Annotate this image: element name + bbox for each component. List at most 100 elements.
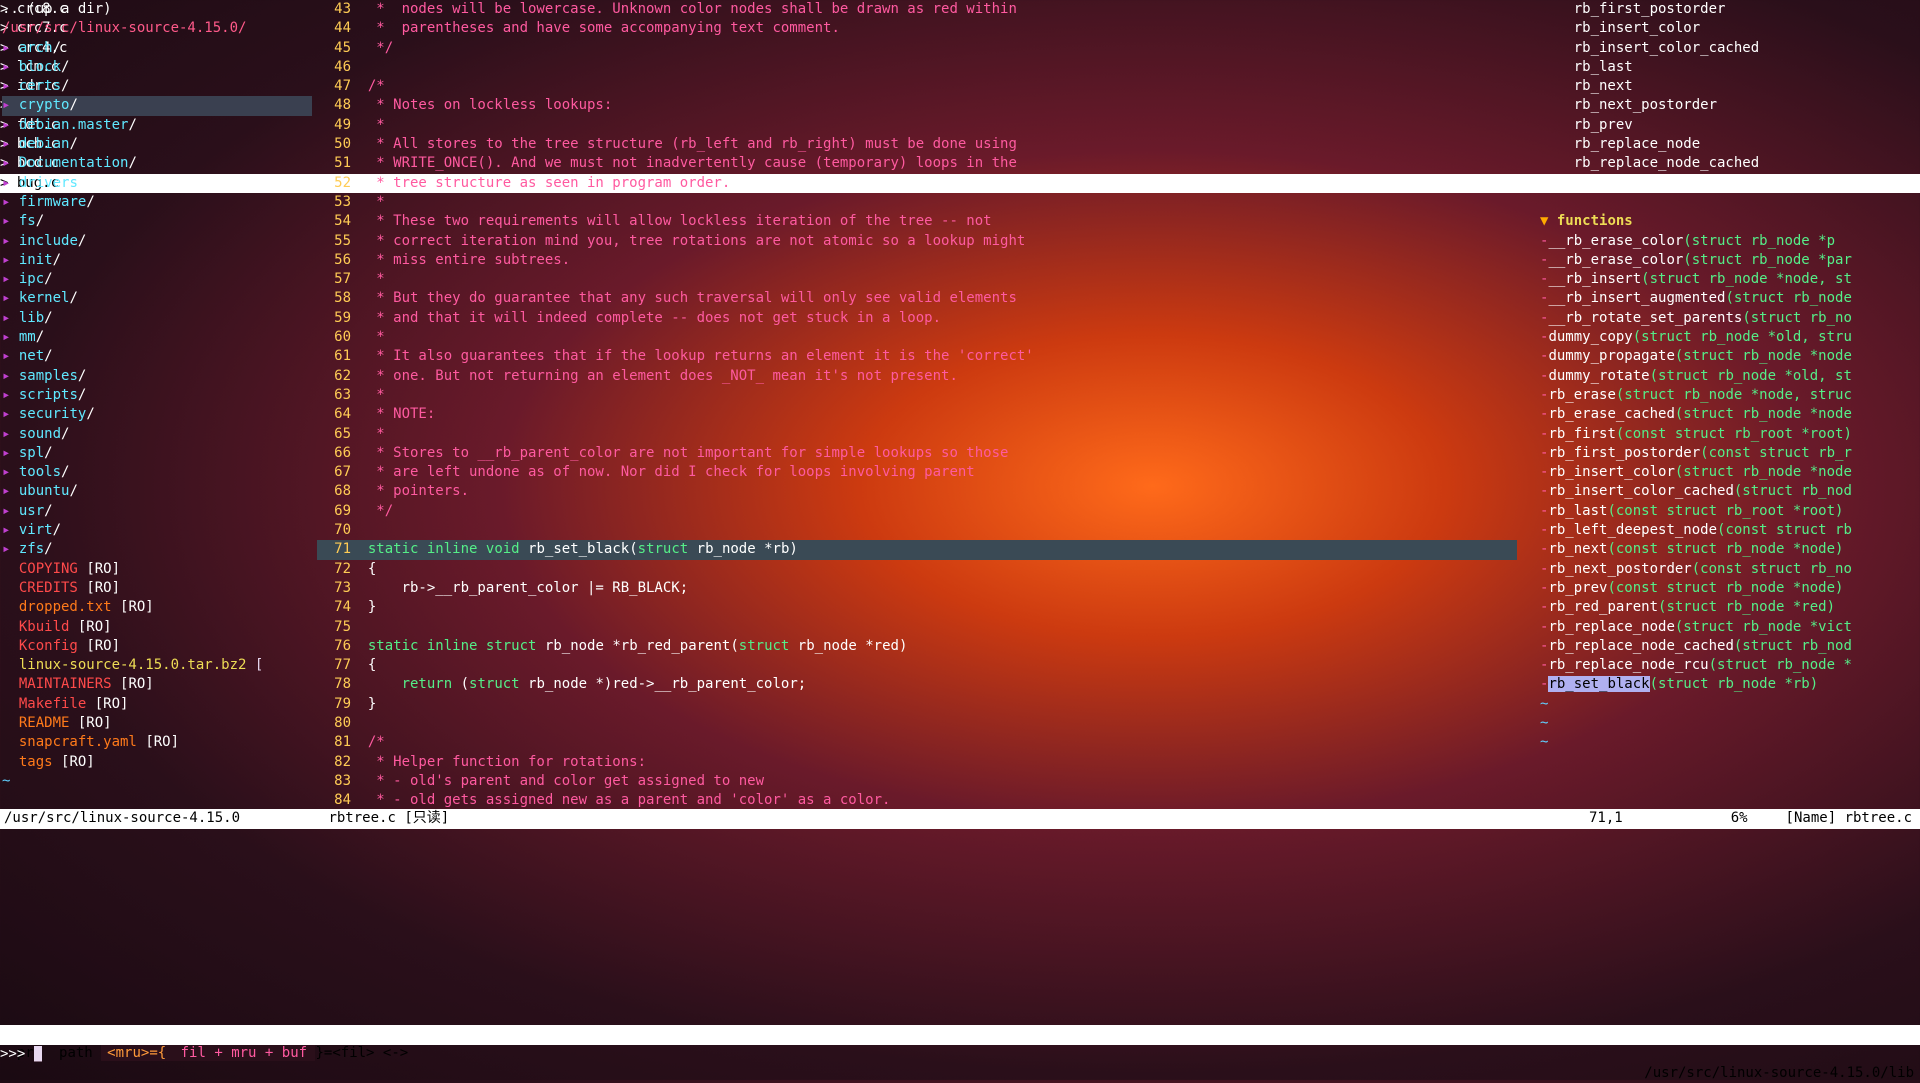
tag-rb_replace_node[interactable]: rb_replace_node <box>1540 135 1920 154</box>
code-line-79[interactable]: 79 } <box>317 695 1517 714</box>
code-line-44[interactable]: 44 * parentheses and have some accompany… <box>317 19 1517 38</box>
tag-fn-rb_next[interactable]: -rb_next(const struct rb_node *node) <box>1540 540 1920 559</box>
tag-fn-rb_prev[interactable]: -rb_prev(const struct rb_node *node) <box>1540 579 1920 598</box>
code-line-76[interactable]: 76 static inline struct rb_node *rb_red_… <box>317 637 1517 656</box>
dir-tools[interactable]: ▸ tools/ <box>2 463 312 482</box>
code-line-80[interactable]: 80 <box>317 714 1517 733</box>
file-tags[interactable]: tags [RO] <box>2 753 312 772</box>
dir-kernel[interactable]: ▸ kernel/ <box>2 289 312 308</box>
code-line-52[interactable]: 52 * tree structure as seen in program o… <box>317 174 1517 193</box>
updir-link[interactable]: .. (up a dir) <box>2 0 312 19</box>
tag-fn-dummy_propagate[interactable]: -dummy_propagate(struct rb_node *node <box>1540 347 1920 366</box>
file-tree-pane[interactable]: .. (up a dir)/usr/src/linux-source-4.15.… <box>0 0 312 807</box>
file-Kconfig[interactable]: Kconfig [RO] <box>2 637 312 656</box>
tag-rb_next_postorder[interactable]: rb_next_postorder <box>1540 96 1920 115</box>
code-line-83[interactable]: 83 * - old's parent and color get assign… <box>317 772 1517 791</box>
dir-arch[interactable]: ▸ arch/ <box>2 39 312 58</box>
code-line-69[interactable]: 69 */ <box>317 502 1517 521</box>
tag-fn-__rb_insert[interactable]: -__rb_insert(struct rb_node *node, st <box>1540 270 1920 289</box>
tag-fn-rb_replace_node[interactable]: -rb_replace_node(struct rb_node *vict <box>1540 618 1920 637</box>
tag-fn-rb_red_parent[interactable]: -rb_red_parent(struct rb_node *red) <box>1540 598 1920 617</box>
code-line-84[interactable]: 84 * - old gets assigned new as a parent… <box>317 791 1517 810</box>
code-editor-pane[interactable]: 43 * nodes will be lowercase. Unknown co… <box>317 0 1517 807</box>
code-line-46[interactable]: 46 <box>317 58 1517 77</box>
tag-group-functions[interactable]: ▼ functions <box>1540 212 1920 231</box>
dir-crypto[interactable]: ▸ crypto/ <box>2 96 312 115</box>
dir-usr[interactable]: ▸ usr/ <box>2 502 312 521</box>
code-line-65[interactable]: 65 * <box>317 425 1517 444</box>
code-line-71[interactable]: 71 static inline void rb_set_black(struc… <box>317 540 1517 559</box>
tag-fn-rb_replace_node_rcu[interactable]: -rb_replace_node_rcu(struct rb_node * <box>1540 656 1920 675</box>
code-line-59[interactable]: 59 * and that it will indeed complete --… <box>317 309 1517 328</box>
dir-fs[interactable]: ▸ fs/ <box>2 212 312 231</box>
file-Kbuild[interactable]: Kbuild [RO] <box>2 618 312 637</box>
tag-fn-rb_next_postorder[interactable]: -rb_next_postorder(const struct rb_no <box>1540 560 1920 579</box>
dir-scripts[interactable]: ▸ scripts/ <box>2 386 312 405</box>
code-line-77[interactable]: 77 { <box>317 656 1517 675</box>
file-dropped.txt[interactable]: dropped.txt [RO] <box>2 598 312 617</box>
tag-rb_replace_node_rcu[interactable]: rb_replace_node_rcu <box>1540 174 1920 193</box>
code-line-49[interactable]: 49 * <box>317 116 1517 135</box>
dir-certs[interactable]: ▸ certs/ <box>2 77 312 96</box>
file-snapcraft.yaml[interactable]: snapcraft.yaml [RO] <box>2 733 312 752</box>
dir-mm[interactable]: ▸ mm/ <box>2 328 312 347</box>
tag-fn-rb_set_black[interactable]: -rb_set_black(struct rb_node *rb) <box>1540 675 1920 694</box>
code-line-70[interactable]: 70 <box>317 521 1517 540</box>
tagbar-pane[interactable]: rb_first_postorder rb_insert_color rb_in… <box>1530 0 1920 807</box>
dir-samples[interactable]: ▸ samples/ <box>2 367 312 386</box>
code-line-43[interactable]: 43 * nodes will be lowercase. Unknown co… <box>317 0 1517 19</box>
dir-spl[interactable]: ▸ spl/ <box>2 444 312 463</box>
code-line-53[interactable]: 53 * <box>317 193 1517 212</box>
file-Makefile[interactable]: Makefile [RO] <box>2 695 312 714</box>
tag-fn-__rb_erase_color[interactable]: -__rb_erase_color(struct rb_node *par <box>1540 251 1920 270</box>
code-line-45[interactable]: 45 */ <box>317 39 1517 58</box>
dir-lib[interactable]: ▸ lib/ <box>2 309 312 328</box>
code-line-48[interactable]: 48 * Notes on lockless lookups: <box>317 96 1517 115</box>
code-line-54[interactable]: 54 * These two requirements will allow l… <box>317 212 1517 231</box>
dir-security[interactable]: ▸ security/ <box>2 405 312 424</box>
dir-virt[interactable]: ▸ virt/ <box>2 521 312 540</box>
code-line-74[interactable]: 74 } <box>317 598 1517 617</box>
tag-rb_next[interactable]: rb_next <box>1540 77 1920 96</box>
code-line-68[interactable]: 68 * pointers. <box>317 482 1517 501</box>
code-line-55[interactable]: 55 * correct iteration mind you, tree ro… <box>317 232 1517 251</box>
dir-ubuntu[interactable]: ▸ ubuntu/ <box>2 482 312 501</box>
code-line-62[interactable]: 62 * one. But not returning an element d… <box>317 367 1517 386</box>
tag-fn-rb_insert_color_cached[interactable]: -rb_insert_color_cached(struct rb_nod <box>1540 482 1920 501</box>
dir-zfs[interactable]: ▸ zfs/ <box>2 540 312 559</box>
code-line-56[interactable]: 56 * miss entire subtrees. <box>317 251 1517 270</box>
code-line-72[interactable]: 72 { <box>317 560 1517 579</box>
file-README[interactable]: README [RO] <box>2 714 312 733</box>
file-COPYING[interactable]: COPYING [RO] <box>2 560 312 579</box>
tag-rb_prev[interactable]: rb_prev <box>1540 116 1920 135</box>
code-line-81[interactable]: 81 /* <box>317 733 1517 752</box>
tag-rb_insert_color_cached[interactable]: rb_insert_color_cached <box>1540 39 1920 58</box>
code-line-47[interactable]: 47 /* <box>317 77 1517 96</box>
code-line-73[interactable]: 73 rb->__rb_parent_color |= RB_BLACK; <box>317 579 1517 598</box>
file-CREDITS[interactable]: CREDITS [RO] <box>2 579 312 598</box>
tag-fn-rb_last[interactable]: -rb_last(const struct rb_root *root) <box>1540 502 1920 521</box>
tag-fn-__rb_rotate_set_parents[interactable]: -__rb_rotate_set_parents(struct rb_no <box>1540 309 1920 328</box>
code-line-60[interactable]: 60 * <box>317 328 1517 347</box>
dir-block[interactable]: ▸ block/ <box>2 58 312 77</box>
tag-fn-__rb_erase_color[interactable]: -__rb_erase_color(struct rb_node *p <box>1540 232 1920 251</box>
tag-rb_first_postorder[interactable]: rb_first_postorder <box>1540 0 1920 19</box>
dir-debian.master[interactable]: ▸ debian.master/ <box>2 116 312 135</box>
dir-firmware[interactable]: ▸ firmware/ <box>2 193 312 212</box>
tag-fn-rb_first_postorder[interactable]: -rb_first_postorder(const struct rb_r <box>1540 444 1920 463</box>
dir-init[interactable]: ▸ init/ <box>2 251 312 270</box>
tag-fn-dummy_copy[interactable]: -dummy_copy(struct rb_node *old, stru <box>1540 328 1920 347</box>
dir-net[interactable]: ▸ net/ <box>2 347 312 366</box>
tag-fn-rb_replace_node_cached[interactable]: -rb_replace_node_cached(struct rb_nod <box>1540 637 1920 656</box>
dir-sound[interactable]: ▸ sound/ <box>2 425 312 444</box>
code-line-50[interactable]: 50 * All stores to the tree structure (r… <box>317 135 1517 154</box>
tag-fn-rb_erase_cached[interactable]: -rb_erase_cached(struct rb_node *node <box>1540 405 1920 424</box>
code-line-64[interactable]: 64 * NOTE: <box>317 405 1517 424</box>
tag-rb_replace_node_cached[interactable]: rb_replace_node_cached <box>1540 154 1920 173</box>
ctrlp-prompt[interactable]: >>> _ <box>0 1045 1920 1064</box>
dir-Documentation[interactable]: ▸ Documentation/ <box>2 154 312 173</box>
code-line-51[interactable]: 51 * WRITE_ONCE(). And we must not inadv… <box>317 154 1517 173</box>
tag-fn-rb_erase[interactable]: -rb_erase(struct rb_node *node, struc <box>1540 386 1920 405</box>
code-line-58[interactable]: 58 * But they do guarantee that any such… <box>317 289 1517 308</box>
code-line-75[interactable]: 75 <box>317 618 1517 637</box>
